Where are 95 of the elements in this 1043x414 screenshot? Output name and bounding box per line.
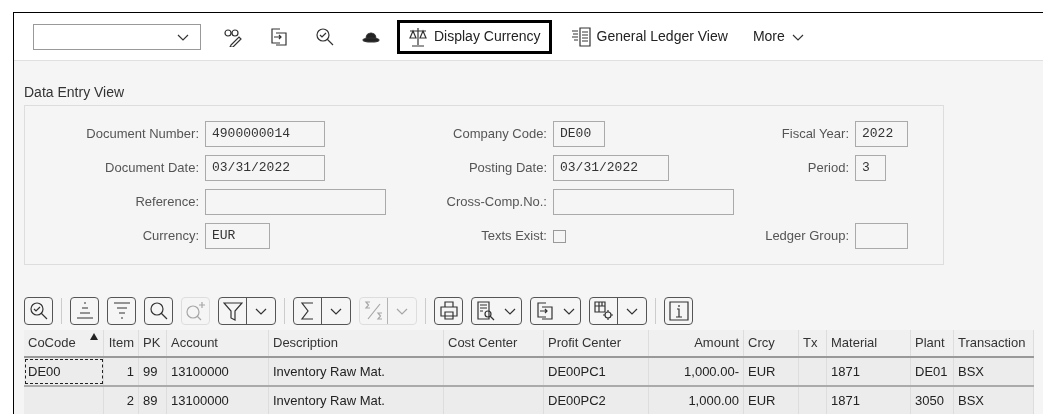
filter-button[interactable] bbox=[218, 297, 276, 325]
field-label: Fiscal Year: bbox=[780, 125, 850, 144]
column-header[interactable]: Material bbox=[827, 330, 911, 356]
field-label: Document Number: bbox=[85, 125, 200, 144]
table-cell: 99 bbox=[139, 358, 167, 385]
input-field[interactable] bbox=[205, 189, 386, 215]
table-cell: EUR bbox=[744, 387, 799, 414]
sort-lines-icon bbox=[74, 301, 95, 321]
section-title: Data Entry View bbox=[24, 83, 125, 101]
caret-icon bbox=[625, 306, 639, 316]
field-label: Posting Date: bbox=[467, 159, 548, 178]
search-check-button[interactable] bbox=[24, 297, 53, 325]
table-cell: 1 bbox=[104, 358, 139, 385]
sort-lines-icon bbox=[111, 301, 132, 321]
caret-icon bbox=[395, 306, 409, 316]
export-button[interactable] bbox=[530, 297, 581, 325]
input-field[interactable]: DE00 bbox=[553, 121, 605, 147]
input-field[interactable]: 03/31/2022 bbox=[553, 155, 669, 181]
export-icon bbox=[534, 301, 555, 321]
report-search-icon bbox=[475, 301, 496, 321]
grid-gear-button[interactable] bbox=[589, 297, 647, 325]
search-icon bbox=[148, 301, 169, 321]
printer-button[interactable] bbox=[434, 297, 463, 325]
info-icon bbox=[668, 301, 689, 321]
table-cell: DE00PC1 bbox=[544, 358, 649, 385]
table-cell: 2 bbox=[104, 387, 139, 414]
grid-gear-icon bbox=[593, 301, 614, 321]
table-cell: 1,000.00- bbox=[649, 358, 744, 385]
filter-icon bbox=[222, 301, 243, 321]
column-header[interactable]: Crcy bbox=[744, 330, 799, 356]
sort-lines-button[interactable] bbox=[70, 297, 99, 325]
field-label: Texts Exist: bbox=[480, 227, 548, 246]
table-cell: 3050 bbox=[911, 387, 954, 414]
table-cell: DE00PC2 bbox=[544, 387, 649, 414]
column-header[interactable]: CoCode bbox=[24, 330, 104, 356]
toolbar-button[interactable]: Display Currency bbox=[397, 19, 552, 54]
input-field[interactable]: EUR bbox=[205, 223, 270, 249]
input-field[interactable] bbox=[855, 223, 908, 249]
column-header[interactable]: Cost Center bbox=[444, 330, 544, 356]
column-header[interactable]: Item bbox=[104, 330, 139, 356]
column-header[interactable]: Amount bbox=[649, 330, 744, 356]
field-label: Cross-Comp.No.: bbox=[445, 193, 548, 212]
search-button[interactable] bbox=[144, 297, 173, 325]
column-header[interactable]: Transaction bbox=[954, 330, 1034, 356]
column-header[interactable]: Tx bbox=[799, 330, 827, 356]
table-cell: BSX bbox=[954, 387, 1034, 414]
table-cell: Inventory Raw Mat. bbox=[269, 358, 444, 385]
report-search-button[interactable] bbox=[471, 297, 522, 325]
column-header[interactable]: Profit Center bbox=[544, 330, 649, 356]
field-label: Currency: bbox=[141, 227, 200, 246]
ledger-icon bbox=[570, 26, 591, 47]
dropdown-field[interactable] bbox=[33, 23, 201, 50]
caret-icon bbox=[562, 306, 576, 316]
table-cell: Inventory Raw Mat. bbox=[269, 387, 444, 414]
column-header[interactable]: PK bbox=[139, 330, 167, 356]
field-label: Period: bbox=[806, 159, 850, 178]
table-cell: DE00 bbox=[24, 358, 104, 385]
table-cell: BSX bbox=[954, 358, 1034, 385]
search-check-icon bbox=[315, 26, 335, 47]
table-cell: 13100000 bbox=[167, 387, 269, 414]
field-label: Document Date: bbox=[104, 159, 200, 178]
input-field[interactable]: 4900000014 bbox=[205, 121, 325, 147]
info-button[interactable] bbox=[664, 297, 693, 325]
subtotal-icon bbox=[363, 301, 384, 321]
table-cell: DE01 bbox=[911, 358, 954, 385]
toolbar-button[interactable]: General Ledger View bbox=[559, 19, 739, 54]
caret-icon bbox=[503, 306, 517, 316]
sum-button[interactable] bbox=[293, 297, 351, 325]
table-cell: 1871 bbox=[827, 358, 911, 385]
input-field[interactable] bbox=[553, 189, 734, 215]
input-field[interactable]: 2022 bbox=[855, 121, 908, 147]
input-field[interactable]: 3 bbox=[855, 155, 886, 181]
table-cell: 1871 bbox=[827, 387, 911, 414]
caret-icon bbox=[329, 306, 343, 316]
zoom-in-icon bbox=[185, 301, 206, 321]
more-menu[interactable]: More bbox=[752, 19, 805, 54]
field-label: Company Code: bbox=[452, 125, 548, 144]
column-header[interactable]: Plant bbox=[911, 330, 954, 356]
table-cell: 89 bbox=[139, 387, 167, 414]
printer-icon bbox=[438, 301, 459, 321]
column-header[interactable]: Description bbox=[269, 330, 444, 356]
table-cell: 13100000 bbox=[167, 358, 269, 385]
input-field[interactable]: 03/31/2022 bbox=[205, 155, 325, 181]
table-cell: EUR bbox=[744, 358, 799, 385]
column-header[interactable]: Account bbox=[167, 330, 269, 356]
field-label: Reference: bbox=[134, 193, 200, 212]
export-icon bbox=[269, 26, 289, 47]
caret-icon bbox=[254, 306, 268, 316]
checkbox[interactable] bbox=[553, 229, 566, 243]
scale-icon bbox=[408, 26, 428, 47]
field-label: Ledger Group: bbox=[764, 227, 850, 246]
search-check-icon bbox=[28, 301, 49, 321]
table-cell: 1,000.00 bbox=[649, 387, 744, 414]
glasses-pencil-icon bbox=[223, 26, 243, 47]
sort-lines-button[interactable] bbox=[107, 297, 136, 325]
